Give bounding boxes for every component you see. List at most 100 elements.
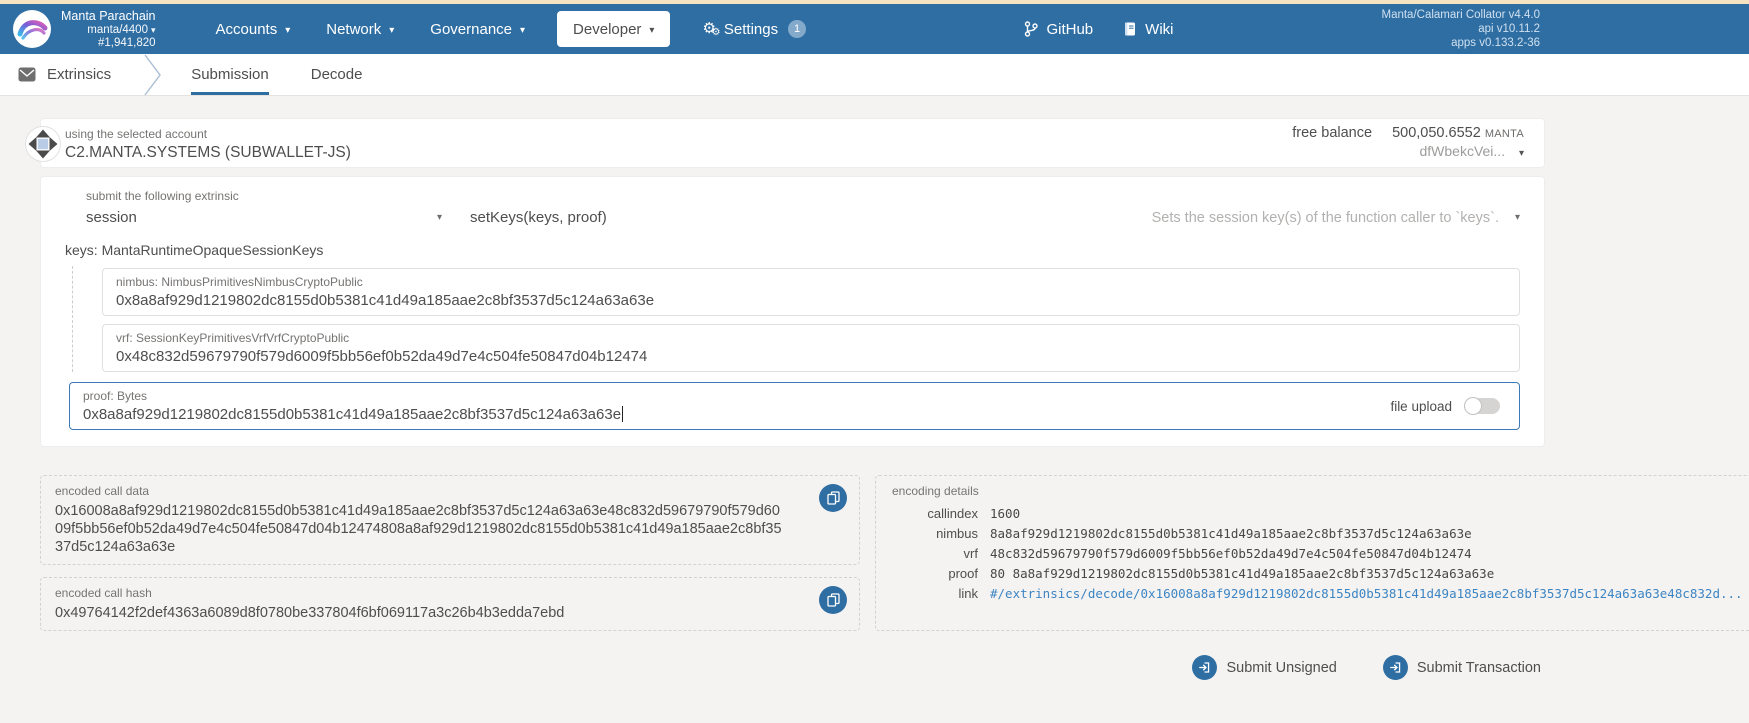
chevron-down-icon: ▾ (1514, 212, 1520, 223)
toggle-knob (1464, 397, 1482, 415)
tab-submission[interactable]: Submission (191, 54, 269, 95)
account-address-dropdown[interactable]: dfWbekcVei... ▾ (1292, 143, 1524, 162)
pallet-selected: session (86, 209, 137, 226)
copy-call-data-button[interactable] (819, 484, 847, 512)
version-info: Manta/Calamari Collator v4.4.0 api v10.1… (1381, 8, 1540, 50)
file-upload-label: file upload (1390, 398, 1452, 414)
app-header: Manta Parachain manta/4400 ▾ #1,941,820 A… (0, 4, 1749, 54)
submit-unsigned-button[interactable]: Submit Unsigned (1192, 655, 1337, 680)
free-balance-unit: MANTA (1484, 127, 1524, 140)
params-indent-group: nimbus: NimbusPrimitivesNimbusCryptoPubl… (72, 266, 1520, 372)
encoding-row-nimbus: nimbus 8a8af929d1219802dc8155d0b5381c41d… (936, 526, 1472, 541)
decode-link[interactable]: #/extrinsics/decode/0x16008a8af929d12198… (990, 584, 1743, 604)
proof-value: 0x8a8af929d1219802dc8155d0b5381c41d49a18… (83, 406, 624, 423)
encoding-row-link: link #/extrinsics/decode/0x16008a8af929d… (892, 584, 1743, 604)
nimbus-key-input[interactable]: nimbus: NimbusPrimitivesNimbusCryptoPubl… (102, 268, 1520, 316)
nav-item-accounts[interactable]: Accounts ▾ (198, 4, 309, 54)
account-selector-label: using the selected account (65, 126, 208, 141)
main-nav: Accounts ▾ Network ▾ Governance ▾ Developer… (198, 4, 825, 54)
api-version: api v10.11.2 (1478, 23, 1540, 35)
chevron-down-icon: ▾ (285, 24, 291, 36)
section-title: Extrinsics (47, 66, 112, 83)
manta-logo-icon (13, 10, 51, 48)
submit-actions: Submit Unsigned Submit Transaction (40, 655, 1545, 680)
copy-call-hash-button[interactable] (819, 586, 847, 614)
account-address-short: dfWbekcVei... (1419, 142, 1506, 159)
extrinsic-card: submit the following extrinsic session ▾… (40, 176, 1545, 447)
free-balance-value: 500,050.6552 (1392, 124, 1481, 141)
vrf-key-value: 0x48c832d59679790f579d6009f5bb56ef0b52da… (116, 348, 648, 365)
header-links: GitHub Wiki (1024, 21, 1173, 38)
text-cursor (622, 406, 624, 422)
chevron-down-icon: ▾ (1518, 147, 1524, 159)
chain-block-number: #1,941,820 (97, 36, 156, 49)
pallet-dropdown[interactable]: session ▾ (86, 209, 442, 226)
encoded-call-data-box: encoded call data 0x16008a8af929d1219802… (40, 475, 860, 565)
manta-logo[interactable] (12, 9, 52, 49)
encoding-details-title: encoding details (892, 484, 979, 498)
nimbus-key-value: 0x8a8af929d1219802dc8155d0b5381c41d49a18… (116, 292, 655, 309)
account-identicon[interactable] (25, 126, 61, 162)
identicon-image (25, 126, 61, 162)
account-balance-block: free balance 500,050.6552 MANTA dfWbekcV… (1292, 125, 1524, 162)
extrinsics-icon (18, 67, 36, 82)
chevron-down-icon: ▾ (520, 24, 526, 36)
chain-selector[interactable]: Manta Parachain manta/4400 ▾ #1,941,820 (61, 9, 156, 50)
account-card: using the selected account C2.MANTA.SYST… (25, 118, 1545, 168)
encoding-details-box: encoding details callindex 1600 nimbus 8… (875, 475, 1749, 631)
free-balance: free balance 500,050.6552 MANTA (1292, 125, 1524, 143)
extrinsic-section-label: submit the following extrinsic (86, 189, 239, 203)
nav-item-governance[interactable]: Governance ▾ (412, 4, 543, 54)
page-content: using the selected account C2.MANTA.SYST… (25, 118, 1749, 680)
breadcrumb-chevron (144, 54, 162, 96)
nav-item-developer[interactable]: Developer ▾ (557, 11, 671, 47)
vrf-key-label: vrf: SessionKeyPrimitivesVrfVrfCryptoPub… (116, 331, 350, 345)
section-heading: Extrinsics (0, 54, 111, 95)
chevron-down-icon: ▾ (649, 24, 655, 36)
account-selector[interactable]: using the selected account C2.MANTA.SYST… (65, 127, 351, 160)
tabs: Submission Decode (191, 54, 362, 95)
proof-input[interactable]: proof: Bytes 0x8a8af929d1219802dc8155d0b… (69, 382, 1520, 430)
method-hint: Sets the session key(s) of the function … (1151, 209, 1499, 226)
sign-in-icon (1382, 655, 1408, 680)
proof-label: proof: Bytes (83, 389, 148, 403)
git-branch-icon (1025, 21, 1039, 37)
chevron-down-icon: ▾ (436, 212, 442, 223)
nav-item-settings[interactable]: ⚙ ⚙ Settings 1 (684, 4, 824, 54)
file-upload-toggle[interactable] (1464, 397, 1500, 415)
encoded-section: encoded call data 0x16008a8af929d1219802… (40, 475, 1749, 631)
method-selected: setKeys(keys, proof) (470, 209, 607, 226)
encoding-row-proof: proof 80 8a8af929d1219802dc8155d0b5381c4… (948, 566, 1495, 581)
sign-in-icon (1192, 655, 1218, 680)
github-link[interactable]: GitHub (1024, 21, 1093, 38)
copy-icon (826, 491, 840, 505)
nav-item-network[interactable]: Network ▾ (308, 4, 412, 54)
chain-name: Manta Parachain (61, 8, 156, 23)
copy-icon (826, 593, 840, 607)
encoded-call-hash-box: encoded call hash 0x49764142f2def4363a60… (40, 577, 860, 631)
encoded-call-data-value: 0x16008a8af929d1219802dc8155d0b5381c41d4… (55, 503, 782, 555)
encoded-call-hash-value: 0x49764142f2def4363a6089d8f0780be337804f… (55, 605, 565, 621)
keys-type-label: keys: MantaRuntimeOpaqueSessionKeys (65, 242, 324, 258)
encoded-call-hash-label: encoded call hash (55, 586, 152, 600)
vrf-key-input[interactable]: vrf: SessionKeyPrimitivesVrfVrfCryptoPub… (102, 324, 1520, 372)
chevron-down-icon: ▾ (150, 24, 156, 35)
apps-version: apps v0.133.2-36 (1451, 37, 1540, 49)
submit-transaction-button[interactable]: Submit Transaction (1382, 655, 1541, 680)
collator-version: Manta/Calamari Collator v4.4.0 (1381, 9, 1540, 21)
free-balance-label: free balance (1292, 124, 1373, 141)
gear-icon: ⚙ ⚙ (702, 19, 721, 38)
chevron-down-icon: ▾ (389, 24, 395, 36)
tab-bar: Extrinsics Submission Decode (0, 54, 1749, 96)
method-dropdown[interactable]: Sets the session key(s) of the function … (1152, 210, 1520, 226)
account-name: C2.MANTA.SYSTEMS (SUBWALLET-JS) (65, 143, 351, 161)
encoding-row-callindex: callindex 1600 (927, 506, 1021, 521)
chain-spec: manta/4400 ▾ (87, 23, 156, 36)
wiki-link[interactable]: Wiki (1123, 21, 1173, 38)
book-icon (1125, 22, 1136, 36)
tab-decode[interactable]: Decode (311, 54, 363, 95)
nimbus-key-label: nimbus: NimbusPrimitivesNimbusCryptoPubl… (116, 275, 363, 289)
encoding-row-vrf: vrf 48c832d59679790f579d6009f5bb56ef0b52… (963, 546, 1472, 561)
settings-badge: 1 (788, 20, 807, 38)
encoded-call-data-label: encoded call data (55, 484, 150, 498)
